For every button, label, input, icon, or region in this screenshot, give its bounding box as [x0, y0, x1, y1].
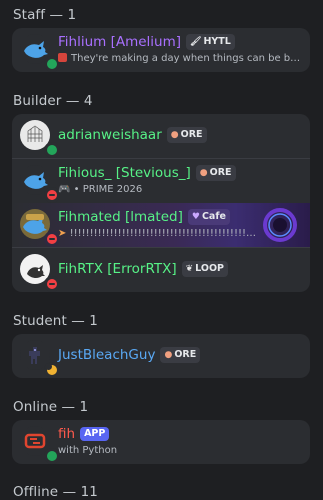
online-panel: fih APP with Python: [12, 420, 310, 464]
avatar[interactable]: [20, 209, 60, 247]
custom-status: They're making a day when things can be …: [58, 53, 302, 64]
guild-tag[interactable]: 🖌 HYTL: [186, 34, 235, 50]
badge-icon: [58, 53, 67, 62]
member-row-justbleachguy[interactable]: JustBleachGuy ● ORE: [12, 334, 310, 378]
app-badge: APP: [80, 427, 110, 441]
student-panel: JustBleachGuy ● ORE: [12, 334, 310, 378]
member-row-fihrtx[interactable]: FihRTX [ErrorRTX] ❦ LOOP: [12, 248, 310, 292]
leaf-icon: ❦: [185, 264, 194, 274]
section-header-staff: Staff — 1: [13, 7, 77, 23]
presence-dnd-icon: [44, 276, 60, 292]
guild-tag[interactable]: ● ORE: [160, 347, 201, 363]
avatar[interactable]: [20, 120, 60, 158]
member-name: JustBleachGuy ● ORE: [58, 347, 201, 363]
profile-effect-orb: [263, 208, 297, 242]
builder-panel: adrianweishaar ● ORE Fihious_ [Stevious_] ●…: [12, 114, 310, 292]
guild-tag[interactable]: ♥ Cafe: [187, 209, 230, 225]
avatar[interactable]: [20, 254, 60, 292]
staff-panel: Fihlium [Amelium] 🖌 HYTL They're making a …: [12, 28, 310, 72]
member-name: Fihlium [Amelium] 🖌 HYTL: [58, 34, 235, 50]
guild-tag[interactable]: ❦ LOOP: [181, 261, 228, 277]
ore-icon: ●: [199, 168, 208, 178]
activity-status: with Python: [58, 445, 118, 456]
section-header-student: Student — 1: [13, 313, 98, 329]
avatar[interactable]: [20, 34, 60, 72]
section-header-offline: Offline — 11: [13, 484, 98, 500]
custom-status: ➤ !!!!!!!!!!!!!!!!!!!!!!!!!!!!!!!!!!!!!!…: [58, 228, 258, 239]
member-row-fih[interactable]: fih APP with Python: [12, 420, 310, 464]
avatar[interactable]: [20, 165, 60, 203]
member-name: adrianweishaar ● ORE: [58, 127, 207, 143]
guild-tag[interactable]: ● ORE: [195, 165, 236, 181]
brush-icon: 🖌: [190, 37, 202, 47]
presence-online-icon: [44, 142, 60, 158]
presence-idle-icon: [44, 362, 60, 378]
ore-icon: ●: [170, 130, 179, 140]
activity-status: 🎮 • PRIME 2026: [58, 184, 143, 195]
member-row-fihmated[interactable]: Fihmated [lmated] ♥ Cafe ➤ !!!!!!!!!!!!!!!…: [12, 203, 310, 247]
gamepad-icon: 🎮: [58, 184, 71, 195]
member-row-fihlium[interactable]: Fihlium [Amelium] 🖌 HYTL They're making a …: [12, 28, 310, 72]
member-name: Fihmated [lmated] ♥ Cafe: [58, 209, 230, 225]
member-name: Fihious_ [Stevious_] ● ORE: [58, 165, 236, 181]
section-header-online: Online — 1: [13, 399, 89, 415]
member-name: FihRTX [ErrorRTX] ❦ LOOP: [58, 261, 228, 277]
member-name: fih APP: [58, 426, 110, 442]
member-row-adrianweishaar[interactable]: adrianweishaar ● ORE: [12, 114, 310, 158]
pointer-icon: ➤: [58, 228, 67, 239]
ore-icon: ●: [164, 350, 173, 360]
member-row-fihious[interactable]: Fihious_ [Stevious_] ● ORE 🎮 • PRIME 2026: [12, 159, 310, 203]
section-header-builder: Builder — 4: [13, 93, 93, 109]
guild-tag[interactable]: ● ORE: [166, 127, 207, 143]
avatar[interactable]: [20, 340, 60, 378]
avatar[interactable]: [20, 426, 60, 464]
heart-icon: ♥: [191, 212, 200, 222]
